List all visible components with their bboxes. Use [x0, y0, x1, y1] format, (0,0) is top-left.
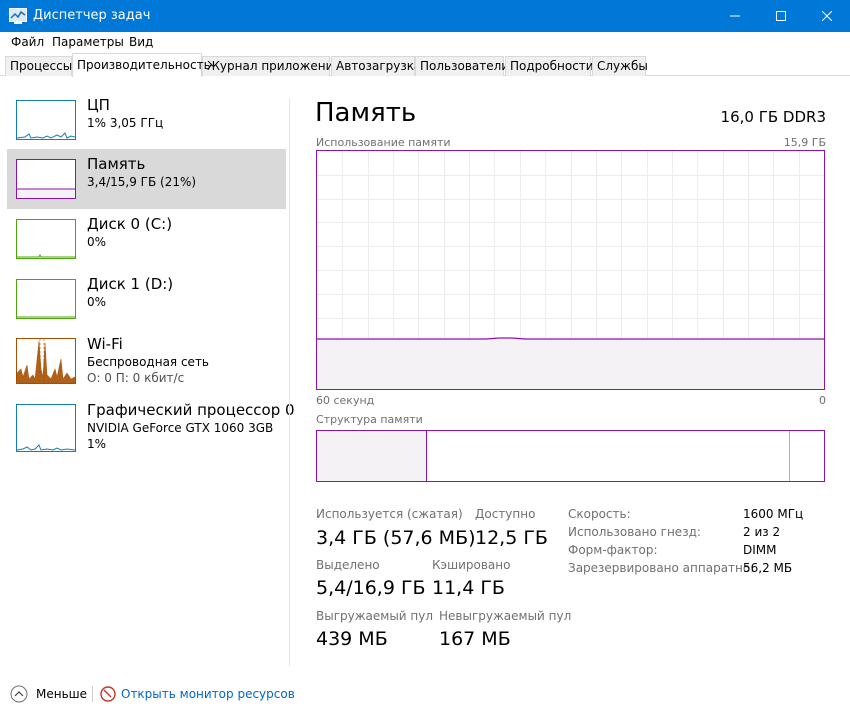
- tab-app-history[interactable]: Журнал приложений: [202, 56, 341, 76]
- sidebar-item-disk-0[interactable]: Диск 0 (C:) 0%: [7, 209, 286, 269]
- sidebar-item-label: Wi-Fi: [87, 335, 123, 353]
- graph-time-right: 0: [819, 394, 826, 407]
- graph-time-left: 60 секунд: [316, 394, 375, 407]
- available-value: 12,5 ГБ: [475, 527, 548, 549]
- disk-1-thumbnail-graph: [16, 279, 76, 319]
- form-factor-value: DIMM: [743, 543, 777, 557]
- gpu-thumbnail-graph: [16, 404, 76, 452]
- chevron-up-icon: [10, 685, 28, 703]
- slots-value: 2 из 2: [743, 525, 781, 539]
- committed-label: Выделено: [316, 558, 380, 572]
- memory-composition-bar: [316, 430, 825, 482]
- disk-1-sparkline: [17, 316, 75, 318]
- close-icon: [822, 11, 832, 21]
- nonpaged-pool-value: 167 МБ: [439, 628, 511, 650]
- panel-divider: [289, 98, 290, 666]
- sidebar-item-wifi[interactable]: Wi-Fi Беспроводная сеть О: 0 П: 0 кбит/с: [7, 329, 286, 391]
- sidebar-item-cpu[interactable]: ЦП 1% 3,05 ГГц: [7, 90, 286, 150]
- composition-label: Структура памяти: [316, 413, 423, 426]
- sidebar-item-detail: 0%: [87, 295, 107, 309]
- resource-sidebar: ЦП 1% 3,05 ГГц Память 3,4/15,9 ГБ (21%) …: [0, 78, 295, 668]
- wifi-thumbnail-graph: [16, 338, 76, 384]
- speed-label: Скорость:: [568, 507, 631, 521]
- sidebar-item-usage: 1%: [87, 437, 107, 451]
- sidebar-item-label: Диск 0 (C:): [87, 215, 173, 233]
- sidebar-item-detail: 0%: [87, 235, 107, 249]
- close-button[interactable]: [804, 0, 850, 32]
- memory-sparkline: [17, 188, 75, 198]
- hardware-reserved-label: Зарезервировано аппаратно:: [568, 561, 755, 575]
- usage-area: [317, 339, 824, 389]
- sidebar-item-detail: Беспроводная сеть: [87, 355, 210, 369]
- usage-graph-label: Использование памяти: [316, 136, 451, 149]
- memory-thumbnail-graph: [16, 159, 76, 199]
- resource-monitor-label: Открыть монитор ресурсов: [121, 687, 295, 701]
- menu-options[interactable]: Параметры: [52, 35, 124, 49]
- in-use-label: Используется (сжатая): [316, 507, 463, 521]
- wifi-sparkline: [16, 339, 76, 384]
- memory-spec: 16,0 ГБ DDR3: [720, 108, 826, 126]
- composition-in-use: [317, 431, 427, 481]
- speed-value: 1600 МГц: [743, 507, 804, 521]
- menu-bar: Файл Параметры Вид: [0, 32, 850, 52]
- cpu-thumbnail-graph: [16, 100, 76, 140]
- fewer-details-label: Меньше: [36, 687, 88, 701]
- menu-view[interactable]: Вид: [129, 35, 153, 49]
- paged-pool-value: 439 МБ: [316, 628, 388, 650]
- maximize-icon: [776, 11, 786, 21]
- page-title: Память: [315, 98, 417, 128]
- resource-monitor-icon: [100, 686, 116, 702]
- gpu-sparkline: [16, 444, 76, 451]
- sidebar-item-label: Память: [87, 155, 146, 173]
- tab-services[interactable]: Службы: [592, 56, 648, 76]
- minimize-button[interactable]: [712, 0, 758, 32]
- nonpaged-pool-label: Невыгружаемый пул: [439, 609, 572, 623]
- sidebar-item-gpu[interactable]: Графический процессор 0 NVIDIA GeForce G…: [7, 396, 295, 460]
- committed-value: 5,4/16,9 ГБ: [316, 577, 426, 599]
- footer: Меньше Открыть монитор ресурсов: [0, 680, 850, 710]
- task-manager-icon: [9, 8, 27, 24]
- hardware-reserved-value: 56,2 МБ: [743, 561, 793, 575]
- sidebar-item-detail: 1% 3,05 ГГц: [87, 116, 164, 130]
- sidebar-item-disk-1[interactable]: Диск 1 (D:) 0%: [7, 269, 286, 329]
- fewer-details-button[interactable]: Меньше: [10, 684, 87, 704]
- tab-processes[interactable]: Процессы: [5, 56, 72, 76]
- sidebar-item-memory[interactable]: Память 3,4/15,9 ГБ (21%): [7, 149, 286, 209]
- paged-pool-label: Выгружаемый пул: [316, 609, 434, 623]
- cached-value: 11,4 ГБ: [432, 577, 505, 599]
- sidebar-item-detail: NVIDIA GeForce GTX 1060 3GB: [87, 421, 274, 435]
- sidebar-item-rate: О: 0 П: 0 кбит/с: [87, 371, 185, 385]
- open-resource-monitor-link[interactable]: Открыть монитор ресурсов: [100, 684, 295, 704]
- title-bar: Диспетчер задач: [0, 0, 850, 32]
- available-label: Доступно: [475, 507, 536, 521]
- minimize-icon: [730, 15, 740, 17]
- disk-0-sparkline: [17, 253, 75, 258]
- form-factor-label: Форм-фактор:: [568, 543, 658, 557]
- cpu-sparkline: [16, 132, 76, 139]
- usage-graph-max: 15,9 ГБ: [783, 136, 826, 149]
- window-title: Диспетчер задач: [33, 8, 151, 23]
- memory-usage-graph: [316, 150, 825, 390]
- in-use-value: 3,4 ГБ (57,6 МБ): [316, 527, 476, 549]
- sidebar-item-label: Графический процессор 0: [87, 401, 295, 419]
- composition-standby-divider: [789, 431, 790, 481]
- separator: [92, 686, 93, 702]
- menu-file[interactable]: Файл: [11, 35, 44, 49]
- cached-label: Кэшировано: [432, 558, 511, 572]
- tab-details[interactable]: Подробности: [505, 56, 594, 76]
- sidebar-item-label: Диск 1 (D:): [87, 275, 174, 293]
- disk-0-thumbnail-graph: [16, 219, 76, 259]
- maximize-button[interactable]: [758, 0, 804, 32]
- sidebar-item-label: ЦП: [87, 96, 110, 114]
- tab-performance[interactable]: Производительность: [72, 53, 211, 77]
- memory-usage-chart: [317, 151, 824, 389]
- tab-bar: Процессы Производительность Журнал прило…: [0, 52, 850, 78]
- slots-label: Использовано гнезд:: [568, 525, 701, 539]
- tab-users[interactable]: Пользователи: [415, 56, 509, 76]
- tab-startup[interactable]: Автозагрузка: [331, 56, 421, 76]
- sidebar-item-detail: 3,4/15,9 ГБ (21%): [87, 175, 197, 189]
